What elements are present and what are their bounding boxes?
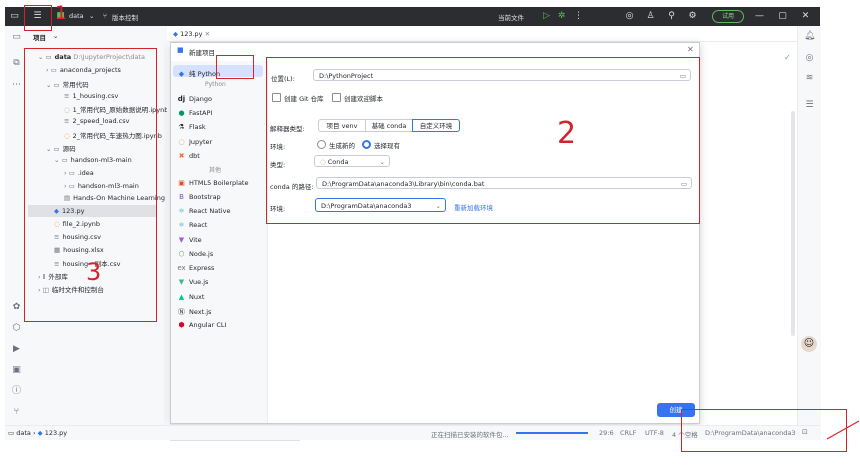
python-file-icon: ◆	[173, 30, 178, 38]
minimize-icon[interactable]: —	[754, 11, 765, 22]
dbt-icon: ✖	[178, 152, 185, 160]
ai-assistant-icon[interactable]: ◎	[624, 11, 635, 22]
sciview-icon[interactable]: ☰	[804, 100, 815, 111]
sidebar-item-jupyter[interactable]: ◌ Jupyter	[177, 138, 212, 146]
project-switcher[interactable]: data	[69, 12, 84, 20]
chevron-down-icon: ⌄	[89, 12, 95, 20]
close-window-icon[interactable]: ✕	[800, 11, 811, 22]
sidebar-item-nuxt[interactable]: ▲ Nuxt	[177, 293, 205, 301]
react-icon: ⚛	[178, 221, 185, 229]
dialog-sidebar: ◆ 纯 Python Python dj Django ● FastAPI ⚗ Flas…	[171, 61, 268, 423]
structure-icon[interactable]: ⧉	[11, 58, 22, 69]
avatar[interactable]: ☺	[801, 336, 817, 352]
right-tool-strip: 🔔︎ ◎ ≋ ☰ ☺	[797, 26, 821, 439]
dialog-title: 新建项目	[189, 49, 215, 57]
branch-icon: ⑂	[103, 12, 107, 20]
nextjs-icon: Ⓝ	[178, 308, 185, 316]
run-icon[interactable]: ▷	[541, 11, 552, 22]
user-icon[interactable]: ♙	[645, 11, 656, 22]
folder-icon[interactable]: ▭	[11, 32, 22, 43]
maximize-icon[interactable]: ▢	[777, 11, 788, 22]
problems-icon[interactable]: ⓘ	[11, 386, 22, 397]
annotation-box-2	[266, 57, 700, 224]
search-icon[interactable]: ⚲	[666, 11, 677, 22]
sidebar-item-react[interactable]: ⚛ React	[177, 221, 207, 229]
annotation-label-1: 1	[55, 2, 68, 24]
nuxt-icon: ▲	[178, 293, 185, 301]
more-icon[interactable]: ⋮	[573, 11, 584, 22]
sidebar-item-nextjs[interactable]: Ⓝ Next.js	[177, 307, 211, 317]
angular-icon: ⬢	[178, 321, 185, 329]
services-icon[interactable]: ⬡	[11, 323, 22, 334]
sidebar-item-pure-python[interactable]: ◆ 纯 Python	[177, 68, 220, 78]
line-ending[interactable]: CRLF	[620, 429, 636, 437]
sidebar-item-react-native[interactable]: ⚛ React Native	[177, 207, 230, 215]
run-config-selector[interactable]: 当前文件	[498, 12, 524, 22]
annotation-box-1	[24, 5, 52, 31]
annotation-arrow	[826, 420, 860, 440]
annotation-box-menu-item	[216, 55, 254, 79]
annotation-label-3: 3	[86, 258, 102, 286]
annotation-box-statusbar	[681, 409, 847, 452]
jupyter-icon: ◌	[178, 138, 185, 146]
vite-icon: ▼	[178, 236, 185, 244]
database-icon[interactable]: ≋	[804, 73, 815, 84]
run-tool-icon[interactable]: ▶	[11, 344, 22, 355]
file-encoding[interactable]: UTF-8	[645, 429, 664, 437]
folder-icon: ▭	[8, 429, 15, 437]
sidebar-group-other: 其他	[209, 167, 222, 174]
close-icon[interactable]: ✕	[687, 45, 694, 54]
sidebar-item-fastapi[interactable]: ● FastAPI	[177, 109, 212, 117]
python-packages-icon[interactable]: ✿	[11, 302, 22, 313]
vue-icon: ▼	[178, 278, 185, 286]
sidebar-group-python: Python	[205, 81, 226, 88]
python-file-icon: ◆	[37, 429, 43, 437]
checkmark-icon: ✓	[784, 53, 791, 62]
react-icon: ⚛	[178, 207, 185, 215]
terminal-icon[interactable]: ▣	[11, 365, 22, 376]
sidebar-item-vuejs[interactable]: ▼ Vue.js	[177, 278, 209, 286]
project-panel-title[interactable]: 项目	[33, 32, 46, 42]
django-icon: dj	[177, 95, 186, 103]
close-tab-icon[interactable]: ✕	[205, 30, 210, 38]
breadcrumb[interactable]: ▭ data › ◆ 123.py	[8, 429, 67, 437]
editor-tab-bar: ◆ 123.py ✕	[167, 26, 797, 42]
title-bar: ▭ ☰ ■ data ⌄ ⑂ 版本控制 当前文件 ▷ ✲ ⋮ ◎ ♙ ⚲ ⚙ 试…	[5, 7, 820, 26]
sidebar-item-html5[interactable]: ▣ HTML5 Boilerplate	[177, 179, 248, 187]
notifications-icon[interactable]: 🔔︎	[804, 31, 815, 42]
try-button[interactable]: 试用	[712, 10, 744, 23]
nodejs-icon: ⬡	[178, 250, 185, 258]
sidebar-item-nodejs[interactable]: ⬡ Node.js	[177, 250, 213, 258]
bootstrap-icon: B	[179, 193, 184, 201]
window-icon: ▭	[10, 11, 19, 21]
editor-tab[interactable]: ◆ 123.py ✕	[173, 30, 210, 38]
sidebar-item-vite[interactable]: ▼ Vite	[177, 236, 202, 244]
html5-icon: ▣	[178, 179, 185, 187]
debug-icon[interactable]: ✲	[556, 11, 567, 22]
gear-icon[interactable]: ⚙	[687, 11, 698, 22]
sidebar-item-express[interactable]: ex Express	[177, 264, 214, 272]
sidebar-item-flask[interactable]: ⚗ Flask	[177, 123, 205, 131]
flask-icon: ⚗	[178, 123, 185, 131]
sidebar-item-django[interactable]: dj Django	[177, 95, 212, 103]
sidebar-item-angular[interactable]: ⬢ Angular CLI	[177, 321, 226, 329]
sidebar-item-bootstrap[interactable]: B Bootstrap	[177, 193, 221, 201]
ai-chat-icon[interactable]: ◎	[804, 53, 815, 64]
cursor-position[interactable]: 29:6	[599, 429, 614, 437]
background-task-text[interactable]: 正在扫描已安装的软件包...	[431, 429, 509, 439]
sidebar-item-dbt[interactable]: ✖ dbt	[177, 152, 200, 160]
progress-bar	[516, 432, 588, 434]
app-icon: ■	[177, 46, 184, 54]
editor-scrollbar[interactable]	[791, 111, 795, 336]
git-icon[interactable]: ⑂	[11, 407, 22, 418]
express-icon: ex	[177, 264, 186, 272]
more-tools-icon[interactable]: ⋯	[11, 80, 22, 91]
python-icon: ◆	[178, 70, 185, 78]
fastapi-icon: ●	[178, 109, 185, 117]
vcs-menu[interactable]: 版本控制	[112, 12, 138, 22]
chevron-down-icon[interactable]: ⌄	[53, 32, 58, 40]
annotation-label-2: 2	[557, 116, 577, 151]
